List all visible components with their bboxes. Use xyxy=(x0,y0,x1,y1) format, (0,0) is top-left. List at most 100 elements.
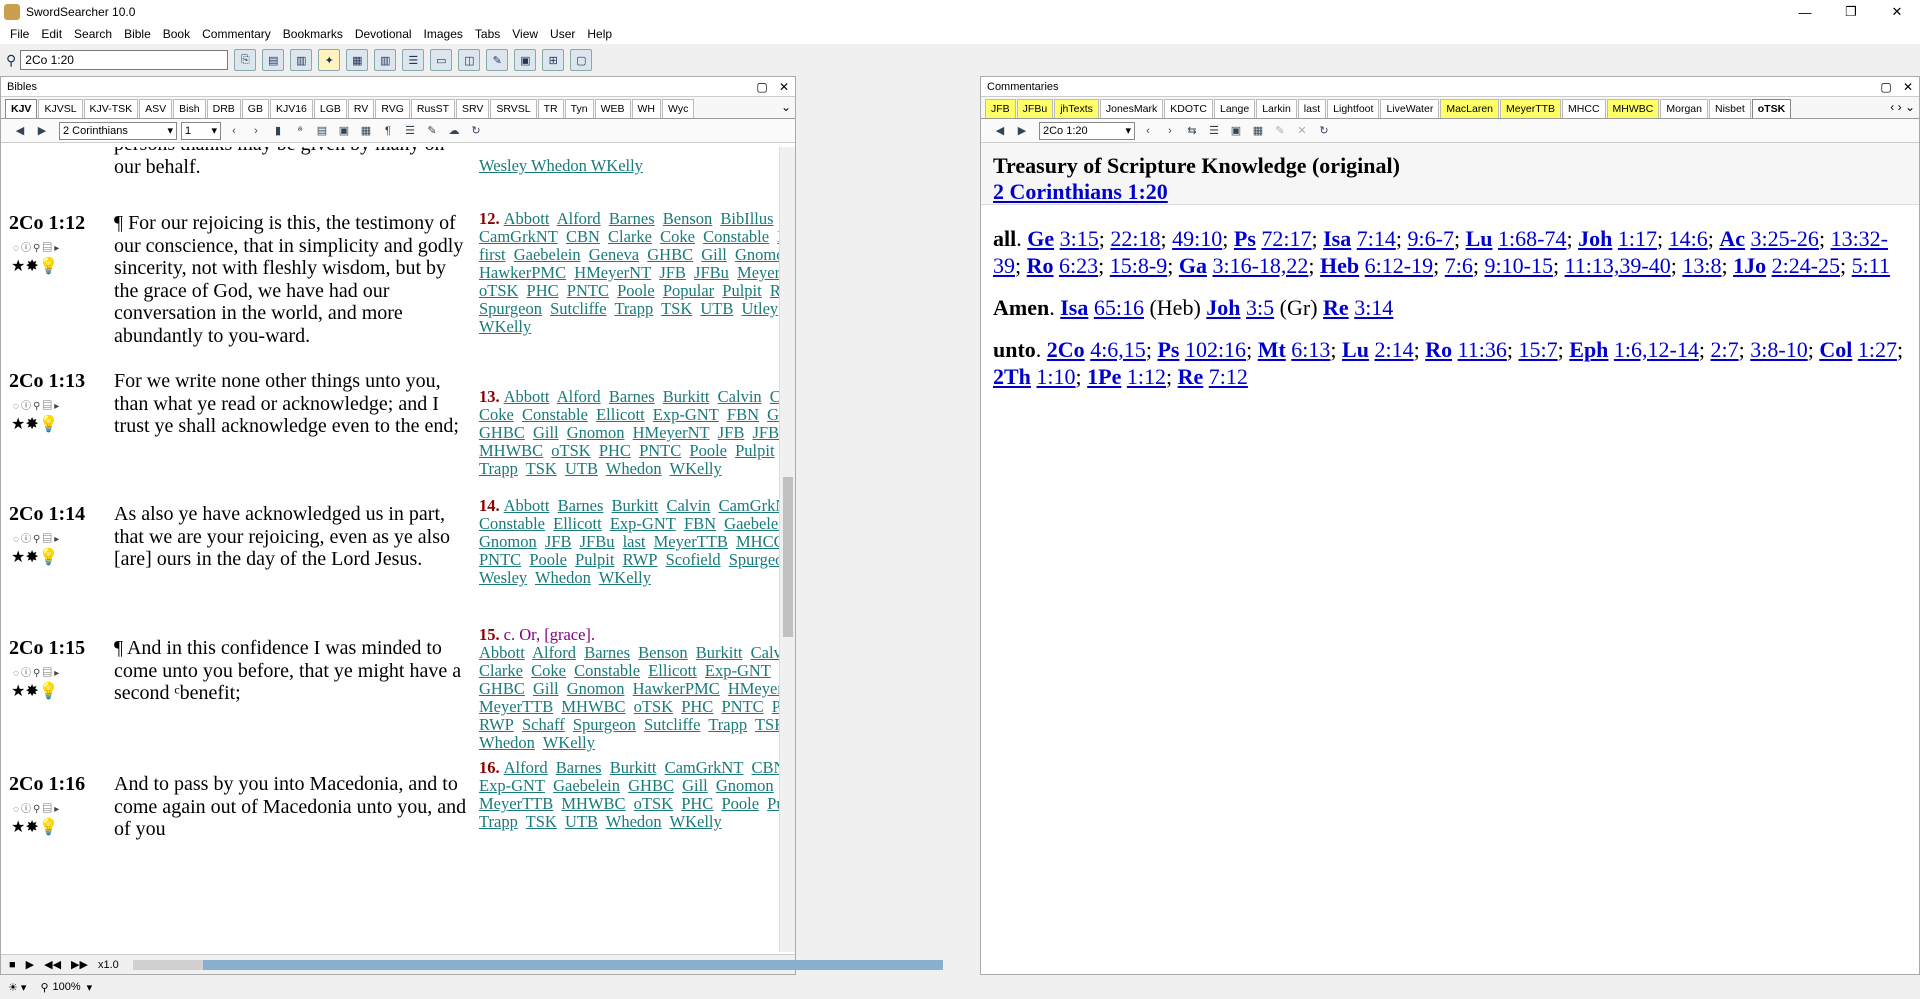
verse-reference[interactable]: 2Co 1:13 xyxy=(9,370,85,393)
verse-reference[interactable]: 2Co 1:14 xyxy=(9,503,85,526)
commentary-link[interactable]: Poole xyxy=(689,441,727,460)
commentary-link[interactable]: JFBu xyxy=(694,263,729,282)
scripture-ref-link[interactable]: 13:8 xyxy=(1682,253,1721,278)
chapter-select[interactable]: 1 ▾ xyxy=(181,121,221,140)
commentary-link[interactable]: Barnes xyxy=(558,496,604,515)
commentary-link[interactable]: JFB xyxy=(545,532,572,551)
scripture-ref-link[interactable]: 3:16-18,22 xyxy=(1212,253,1308,278)
commentary-link[interactable]: Coke xyxy=(479,405,514,424)
tab-kdotc[interactable]: KDOTC xyxy=(1164,99,1213,118)
scripture-ref-link[interactable]: 11:13,39-40 xyxy=(1565,253,1671,278)
commentary-link[interactable]: HMeyerNT xyxy=(633,423,710,442)
tab-nisbet[interactable]: Nisbet xyxy=(1708,99,1751,118)
highlight-icon[interactable]: ▮ xyxy=(269,122,287,140)
panel-icon[interactable]: ▢ xyxy=(570,49,593,71)
scripture-ref-link[interactable]: 72:17 xyxy=(1261,226,1311,251)
commentary-link[interactable]: MeyerTTB xyxy=(479,697,553,716)
commentary-link[interactable]: HMeyerNT xyxy=(574,263,651,282)
zoom-level[interactable]: 100% xyxy=(53,981,81,993)
verse-tool-icons[interactable]: ◌ⓘ⚲▤▸ xyxy=(13,664,61,679)
commentary-link[interactable]: Sutcliffe xyxy=(644,715,701,734)
forward-icon[interactable]: ▶ xyxy=(1013,122,1031,140)
scripture-ref-link[interactable]: 9:6-7 xyxy=(1408,226,1454,251)
commentary-link[interactable]: GHBC xyxy=(647,245,693,264)
commentary-link[interactable]: oTSK xyxy=(551,441,590,460)
verse-tool-icons[interactable]: ◌ⓘ⚲▤▸ xyxy=(13,530,61,545)
tab-wh[interactable]: WH xyxy=(631,99,661,118)
verse-reference[interactable]: 2Co 1:16 xyxy=(9,773,85,796)
commentary-link[interactable]: Alford xyxy=(557,387,601,406)
commentary-link[interactable]: HawkerPMC xyxy=(633,679,720,698)
commentary-link[interactable]: oTSK xyxy=(634,697,673,716)
scripture-book-link[interactable]: Col xyxy=(1819,337,1852,362)
maximize-button[interactable]: ❐ xyxy=(1828,0,1874,24)
scripture-book-link[interactable]: Joh xyxy=(1578,226,1612,251)
commentary-link[interactable]: Alford xyxy=(504,758,548,777)
scripture-book-link[interactable]: Heb xyxy=(1320,253,1359,278)
tab-jonesmark[interactable]: JonesMark xyxy=(1099,99,1164,118)
commentary-link[interactable]: Geneva xyxy=(589,245,639,264)
commentary-link[interactable]: Exp-GNT xyxy=(705,661,771,680)
commentary-link[interactable]: Constable xyxy=(479,514,545,533)
scripture-book-link[interactable]: Re xyxy=(1323,295,1349,320)
commentary-link[interactable]: Trapp xyxy=(479,812,518,831)
commentary-link[interactable]: Alford xyxy=(557,209,601,228)
tab-tr[interactable]: TR xyxy=(537,99,564,118)
tab-kjv-tsk[interactable]: KJV-TSK xyxy=(83,99,139,118)
menu-item-bookmarks[interactable]: Bookmarks xyxy=(277,27,349,41)
commentary-link[interactable]: Burkitt xyxy=(612,496,659,515)
menu-item-user[interactable]: User xyxy=(544,27,581,41)
verse-star-icons[interactable]: ★✸💡 xyxy=(11,681,59,701)
tab-larkin[interactable]: Larkin xyxy=(1256,99,1297,118)
tab-maclaren[interactable]: MacLaren xyxy=(1440,99,1500,118)
scripture-book-link[interactable]: 1Pe xyxy=(1087,364,1121,389)
scripture-book-link[interactable]: 2Th xyxy=(993,364,1031,389)
commentary-link[interactable]: MHWBC xyxy=(479,441,543,460)
scripture-ref-link[interactable]: 1:12 xyxy=(1127,364,1166,389)
commentary-link[interactable]: Pulpit xyxy=(767,794,779,813)
scripture-book-link[interactable]: 2Co xyxy=(1047,337,1085,362)
commentary-link[interactable]: Constable xyxy=(574,661,640,680)
layout-icon[interactable]: ▭ xyxy=(430,49,453,71)
commentary-link[interactable]: Abbott xyxy=(504,496,550,515)
bible-scrollbar[interactable] xyxy=(779,147,795,952)
tab-lightfoot[interactable]: Lightfoot xyxy=(1327,99,1380,118)
commentary-link[interactable]: Poole xyxy=(617,281,655,300)
tab-jfbu[interactable]: JFBu xyxy=(1016,99,1054,118)
commentary-link[interactable]: TSK xyxy=(755,715,779,734)
commentary-link[interactable]: Calvin xyxy=(718,387,762,406)
commentary-link[interactable]: PNTC xyxy=(721,697,763,716)
commentary-link[interactable]: FBN xyxy=(727,405,759,424)
zoom-icon[interactable]: ⚲ xyxy=(40,981,48,994)
commentary-link[interactable]: BibIllus xyxy=(720,209,773,228)
commentary-link[interactable]: Gnomon xyxy=(735,245,779,264)
commentary-link[interactable]: Gaebelein xyxy=(767,405,779,424)
commentary-link[interactable]: Wesley xyxy=(479,568,527,587)
back-icon[interactable]: ◀ xyxy=(11,122,29,140)
export-icon[interactable]: ▦ xyxy=(357,122,375,140)
commentary-link[interactable]: Ellicott xyxy=(553,514,602,533)
menu-item-devotional[interactable]: Devotional xyxy=(349,27,418,41)
menu-item-edit[interactable]: Edit xyxy=(35,27,68,41)
commentary-link[interactable]: Gill xyxy=(533,679,559,698)
commentary-link[interactable]: UTB xyxy=(700,299,733,318)
commentary-link[interactable]: Clarke xyxy=(479,661,523,680)
commentary-link[interactable]: Spurgeon xyxy=(573,715,636,734)
commentary-link[interactable]: Pulpit xyxy=(722,281,761,300)
commentary-link[interactable]: Whedon xyxy=(606,812,662,831)
verse-tool-icons[interactable]: ◌ⓘ⚲▤▸ xyxy=(13,800,61,815)
commentary-link[interactable]: HMeyerNT xyxy=(728,679,779,698)
commentary-link[interactable]: JFBu xyxy=(580,532,615,551)
tabs-dropdown-icon[interactable]: ⌄ xyxy=(776,100,791,114)
commentary-link[interactable]: MeyerTTB xyxy=(654,532,728,551)
commentary-link[interactable]: Benson xyxy=(663,209,713,228)
tab-web[interactable]: WEB xyxy=(594,99,631,118)
commentary-link[interactable]: JFB xyxy=(659,263,686,282)
scripture-book-link[interactable]: 1Jo xyxy=(1733,253,1766,278)
scripture-ref-link[interactable]: 3:14 xyxy=(1354,295,1393,320)
window-layout-icon[interactable]: ⊞ xyxy=(542,49,565,71)
reference-input[interactable]: 2Co 1:20 xyxy=(20,50,229,70)
commentary-link[interactable]: PHC xyxy=(599,441,631,460)
commentary-link[interactable]: oTSK xyxy=(634,794,673,813)
scripture-ref-link[interactable]: 4:6,15 xyxy=(1090,337,1146,362)
